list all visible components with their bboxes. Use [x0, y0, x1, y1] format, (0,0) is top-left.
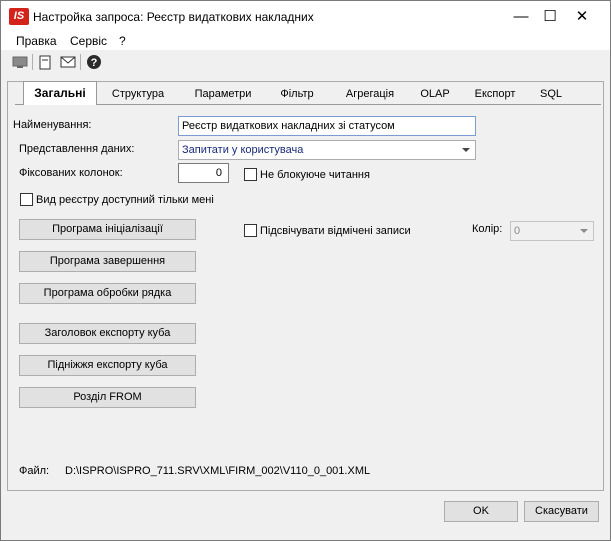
file-label: Файл: — [19, 465, 50, 477]
from-section-button[interactable]: Розділ FROM — [19, 387, 196, 408]
tab-strip: Загальні Структура Параметри Фільтр Агре… — [15, 81, 601, 105]
name-label: Найменування: — [13, 119, 92, 131]
fixed-columns-input[interactable]: 0 — [178, 163, 229, 183]
ok-button[interactable]: OK — [444, 501, 518, 522]
help-icon[interactable]: ? — [85, 54, 103, 70]
only-me-label: Вид реєстру доступний тільки мені — [36, 194, 214, 206]
mail-icon[interactable] — [59, 54, 77, 70]
cube-header-button[interactable]: Заголовок експорту куба — [19, 323, 196, 344]
tab-export[interactable]: Експорт — [467, 84, 523, 104]
non-blocking-label: Не блокуюче читання — [260, 169, 370, 181]
tab-filter[interactable]: Фільтр — [273, 84, 321, 104]
title-bar: IS Настройка запроса: Реєстр видаткових … — [1, 1, 610, 32]
close-button[interactable]: ✕ — [565, 1, 599, 32]
tab-structure[interactable]: Структура — [103, 84, 173, 104]
toolbar: ? — [1, 50, 610, 74]
monitor-icon[interactable] — [11, 54, 29, 70]
data-view-label: Представлення даних: — [19, 143, 135, 155]
menu-help[interactable]: ? — [119, 34, 126, 48]
chevron-down-icon — [580, 229, 588, 233]
svg-text:?: ? — [91, 57, 98, 69]
window-title: Настройка запроса: Реєстр видаткових нак… — [33, 10, 314, 24]
color-select-value: 0 — [514, 225, 521, 237]
app-logo-icon: IS — [9, 8, 29, 25]
tab-general[interactable]: Загальні — [23, 81, 97, 105]
file-path: D:\ISPRO\ISPRO_711.SRV\XML\FIRM_002\V110… — [65, 465, 371, 477]
cube-footer-button[interactable]: Підніжжя експорту куба — [19, 355, 196, 376]
data-view-select-value: Запитати у користувача — [182, 144, 304, 156]
menu-bar: Правка Сервіс ? — [1, 32, 610, 50]
tab-sql[interactable]: SQL — [535, 84, 567, 104]
menu-service[interactable]: Сервіс — [70, 34, 107, 48]
toolbar-separator — [80, 54, 81, 70]
row-program-button[interactable]: Програма обробки рядка — [19, 283, 196, 304]
only-me-checkbox[interactable] — [20, 193, 33, 206]
toolbar-separator — [32, 54, 33, 70]
color-select[interactable]: 0 — [510, 221, 594, 241]
highlight-checkbox[interactable] — [244, 224, 257, 237]
tab-parameters[interactable]: Параметри — [185, 84, 261, 104]
finish-program-button[interactable]: Програма завершення — [19, 251, 196, 272]
init-program-button[interactable]: Програма ініціалізації — [19, 219, 196, 240]
color-label: Колір: — [472, 223, 503, 235]
menu-edit[interactable]: Правка — [16, 34, 57, 48]
document-icon[interactable] — [36, 54, 54, 70]
highlight-label: Підсвічувати відмічені записи — [260, 225, 411, 237]
dialog-window: IS Настройка запроса: Реєстр видаткових … — [0, 0, 611, 541]
name-input[interactable]: Реєстр видаткових накладних зі статусом — [178, 116, 476, 136]
tab-olap[interactable]: OLAP — [415, 84, 455, 104]
tab-aggregation[interactable]: Агрегація — [335, 84, 405, 104]
chevron-down-icon — [462, 148, 470, 152]
tab-underline — [15, 104, 601, 105]
non-blocking-checkbox[interactable] — [244, 168, 257, 181]
maximize-button[interactable]: ☐ — [533, 1, 567, 32]
fixed-columns-label: Фіксованих колонок: — [19, 167, 123, 179]
data-view-select[interactable]: Запитати у користувача — [178, 140, 476, 160]
cancel-button[interactable]: Скасувати — [524, 501, 599, 522]
